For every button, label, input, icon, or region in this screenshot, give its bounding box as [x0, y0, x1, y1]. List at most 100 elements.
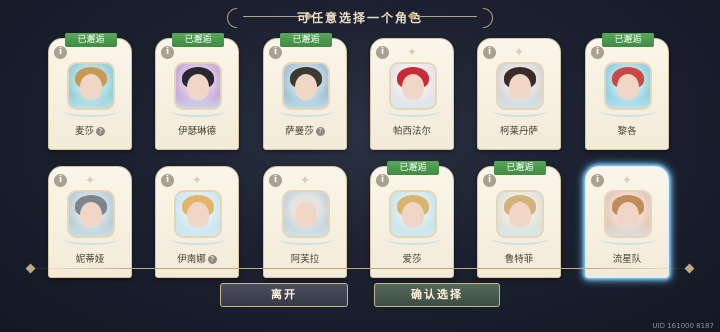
character-card[interactable]: i ✦ 阿芙拉 — [263, 166, 347, 278]
character-card[interactable]: i 已邂逅麦莎? — [48, 33, 132, 150]
character-portrait — [606, 64, 650, 108]
character-name: 流星队 — [586, 251, 668, 265]
wreath-ornament — [600, 105, 656, 117]
character-name-text: 妮蒂娅 — [75, 254, 105, 265]
wreath-ornament — [492, 105, 548, 117]
portrait-face — [402, 74, 424, 100]
met-badge: 已邂逅 — [65, 33, 117, 47]
character-portrait — [606, 192, 650, 236]
character-portrait — [69, 192, 113, 236]
character-portrait — [284, 192, 328, 236]
portrait-face — [80, 74, 102, 100]
wreath-ornament — [385, 105, 441, 117]
character-card[interactable]: i 已邂逅伊瑟琳德 — [155, 33, 239, 150]
character-card[interactable]: i ✦ 柯莱丹萨 — [477, 38, 561, 150]
portrait-face — [187, 202, 209, 228]
met-badge: 已邂逅 — [602, 33, 654, 47]
sparkle-icon: ✦ — [622, 173, 633, 187]
character-card[interactable]: i 已邂逅爱莎 — [370, 161, 454, 278]
character-portrait — [498, 64, 542, 108]
info-icon[interactable]: i — [269, 174, 282, 187]
portrait-face — [617, 202, 639, 228]
info-icon[interactable]: i — [376, 174, 389, 187]
character-name: 麦莎? — [49, 123, 131, 137]
character-name: 帕西法尔 — [371, 123, 453, 137]
character-name: 伊南娜? — [156, 251, 238, 265]
sparkle-icon: ✦ — [85, 173, 96, 187]
leave-button-label: 离开 — [271, 288, 297, 301]
wreath-ornament — [278, 233, 334, 245]
divider-tip-left — [25, 263, 36, 274]
character-name-text: 帕西法尔 — [392, 126, 431, 137]
uid-label: UID 161000 8187 — [652, 322, 714, 330]
met-badge: 已邂逅 — [280, 33, 332, 47]
wreath-ornament — [170, 233, 226, 245]
confirm-button-label: 确认选择 — [411, 288, 463, 301]
info-icon[interactable]: i — [483, 46, 496, 59]
info-icon[interactable]: i — [483, 174, 496, 187]
wreath-ornament — [385, 233, 441, 245]
character-name: 爱莎 — [371, 251, 453, 265]
character-name: 鲁特菲 — [478, 251, 560, 265]
met-badge: 已邂逅 — [387, 161, 439, 175]
ornament-line-right — [417, 16, 477, 17]
character-portrait — [284, 64, 328, 108]
character-name-text: 流星队 — [612, 254, 642, 265]
character-name-text: 麦莎 — [74, 126, 94, 137]
character-name-text: 伊瑟琳德 — [177, 126, 216, 137]
character-name: 伊瑟琳德 — [156, 123, 238, 137]
info-icon[interactable]: i — [54, 46, 67, 59]
info-icon[interactable]: i — [591, 174, 604, 187]
character-card[interactable]: i 已邂逅 萨曼莎? — [263, 33, 347, 150]
page-title: 可任意选择一个角色 — [296, 11, 423, 25]
divider-line — [30, 268, 690, 269]
character-card[interactable]: i ✦ 妮蒂娅 — [48, 166, 132, 278]
info-icon[interactable]: i — [269, 46, 282, 59]
info-icon[interactable]: i — [376, 46, 389, 59]
character-card[interactable]: i ✦ 伊南娜? — [155, 166, 239, 278]
wreath-ornament — [492, 233, 548, 245]
variant-mark-icon: ? — [96, 127, 105, 136]
leave-button[interactable]: 离开 — [220, 283, 348, 307]
character-portrait — [176, 64, 220, 108]
variant-mark-icon: ? — [207, 255, 217, 264]
character-card[interactable]: i 已邂逅 鲁特菲 — [477, 161, 561, 278]
sparkle-icon: ✦ — [407, 45, 418, 59]
character-portrait — [498, 192, 542, 236]
character-portrait — [69, 64, 113, 108]
portrait-face — [80, 202, 102, 228]
confirm-selection-button[interactable]: 确认选择 — [374, 283, 500, 307]
info-icon[interactable]: i — [161, 174, 174, 187]
character-name: 黎各 — [586, 123, 668, 137]
sparkle-icon: ✦ — [192, 173, 203, 187]
info-icon[interactable]: i — [54, 174, 67, 187]
character-card[interactable]: i ✦ 帕西法尔 — [370, 38, 454, 150]
portrait-face — [402, 202, 424, 228]
title-bar: 可任意选择一个角色 — [222, 3, 498, 33]
portrait-face — [295, 202, 317, 228]
character-name: 柯莱丹萨 — [478, 123, 560, 137]
portrait-face — [509, 202, 531, 228]
wreath-ornament — [600, 233, 656, 245]
info-icon[interactable]: i — [591, 46, 604, 59]
sparkle-icon: ✦ — [514, 45, 525, 59]
character-name-text: 阿芙拉 — [290, 254, 320, 265]
portrait-face — [509, 74, 531, 100]
sparkle-icon: ✦ — [300, 173, 311, 187]
character-name-text: 伊南娜 — [177, 254, 206, 265]
met-badge: 已邂逅 — [172, 33, 224, 47]
character-portrait — [391, 192, 435, 236]
character-card[interactable]: i ✦ 流星队 — [585, 166, 669, 278]
character-name-text: 鲁特菲 — [504, 254, 534, 265]
wreath-ornament — [63, 105, 119, 117]
character-name-text: 爱莎 — [402, 254, 422, 265]
variant-mark-icon: ? — [315, 127, 325, 136]
character-card[interactable]: i 已邂逅黎各 — [585, 33, 669, 150]
divider-tip-right — [684, 263, 695, 274]
character-name-text: 柯莱丹萨 — [499, 126, 538, 137]
character-name: 妮蒂娅 — [49, 251, 131, 265]
wreath-ornament — [63, 233, 119, 245]
character-portrait — [176, 192, 220, 236]
info-icon[interactable]: i — [161, 46, 174, 59]
portrait-face — [295, 74, 317, 100]
